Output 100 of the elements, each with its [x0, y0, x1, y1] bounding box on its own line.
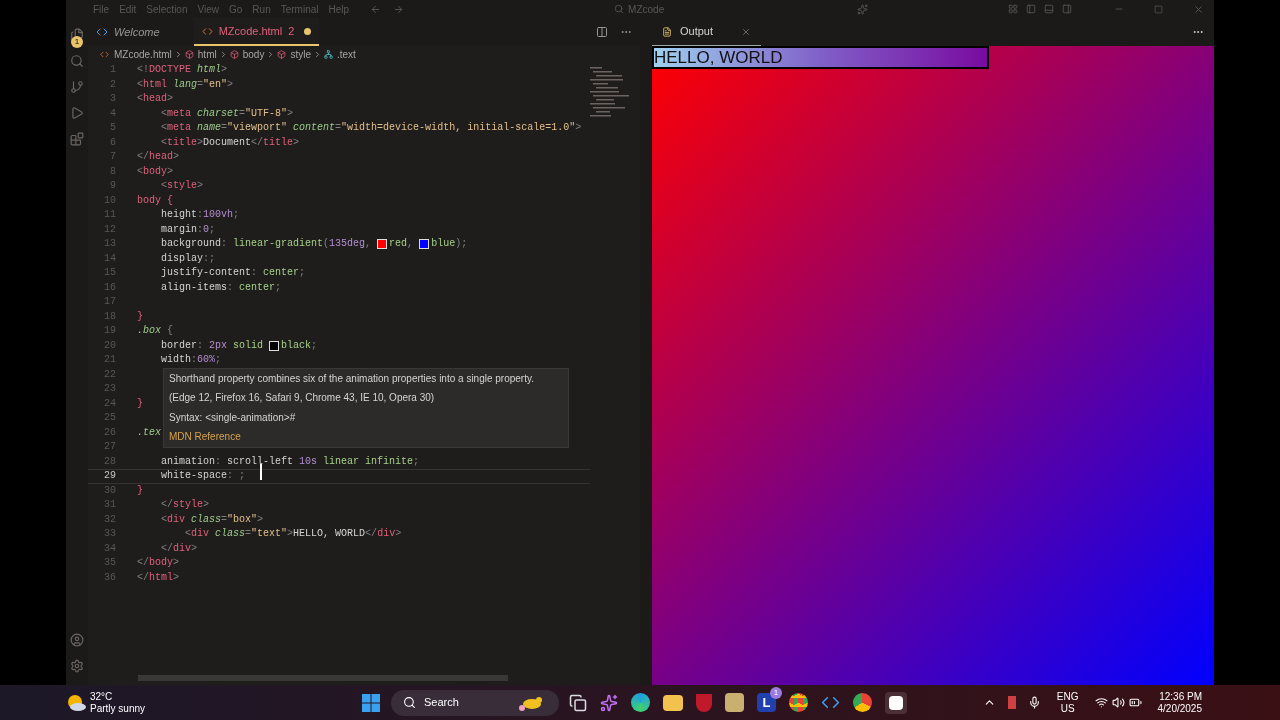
code-token: <!: [137, 63, 149, 77]
code-token: blue: [431, 237, 456, 251]
line-number: 19: [103, 324, 117, 338]
code-token: :: [251, 266, 258, 280]
line-number: 36: [103, 570, 117, 585]
code-token: animation: [160, 454, 215, 469]
code-token: html: [149, 570, 174, 585]
run-icon[interactable]: [70, 106, 84, 120]
code-token: >: [287, 527, 294, 541]
code-token: >: [257, 512, 264, 527]
volume-icon[interactable]: [1111, 696, 1125, 709]
weather-sun-cloud-icon[interactable]: [66, 693, 86, 712]
preview-text: HELLO, WORLD: [654, 46, 783, 69]
code-token: .tex: [137, 425, 161, 440]
line-number: 21: [103, 353, 117, 367]
settings-icon[interactable]: [70, 659, 84, 673]
code-token: >: [173, 556, 180, 570]
code-token: : ;: [227, 469, 246, 483]
code-token: =: [197, 77, 204, 92]
code-token: border: [160, 338, 197, 353]
code-token: 100vh: [203, 208, 234, 222]
color-swatch[interactable]: [420, 240, 429, 249]
code-token: title: [167, 135, 198, 150]
code-token: background: [160, 237, 221, 251]
code-token: DOCTYPE: [149, 63, 192, 77]
code-token: }: [137, 483, 143, 498]
sidebar-toggle-icon[interactable]: [1026, 4, 1036, 14]
code-token: );: [455, 237, 468, 251]
mdn-reference-link[interactable]: MDN Reference: [169, 431, 241, 443]
code-token: width: [160, 353, 191, 367]
breadcrumb-item[interactable]: MZcode.html: [114, 46, 172, 62]
line-number: 3: [109, 92, 117, 106]
color-swatch[interactable]: [378, 240, 387, 249]
code-token: }: [137, 396, 143, 411]
code-token: "text": [251, 527, 288, 541]
panel-toggle-icon[interactable]: [1044, 4, 1054, 14]
line-number: 18: [103, 309, 117, 324]
line-number: 27: [103, 440, 117, 454]
breadcrumb-item[interactable]: html: [197, 46, 217, 62]
clock-date[interactable]: 4/20/2025: [1157, 702, 1202, 715]
code-token: charset: [196, 106, 240, 121]
tab-label: MZcode.html: [218, 23, 283, 39]
code-token: :: [197, 338, 204, 353]
split-editor-icon[interactable]: [596, 26, 608, 38]
code-token: justify-content: [160, 266, 252, 280]
notification-badge: 1: [71, 36, 83, 48]
code-token: linear infinite: [322, 454, 414, 469]
breadcrumb-item[interactable]: body: [242, 46, 265, 62]
code-token: body: [143, 164, 168, 179]
code-token: </: [137, 570, 149, 585]
code-token: =: [221, 512, 228, 527]
microphone-icon[interactable]: [1027, 696, 1041, 709]
line-number: 16: [103, 280, 117, 295]
color-swatch[interactable]: [270, 341, 279, 350]
shield-icon[interactable]: [696, 693, 713, 712]
code-token: red: [389, 237, 408, 251]
code-token: head: [149, 150, 174, 164]
horizontal-scrollbar[interactable]: [138, 675, 508, 681]
problem-count: 2: [288, 23, 295, 39]
code-token: </: [160, 498, 173, 512]
output-tab[interactable]: Output: [680, 23, 714, 40]
taskbar-search-field[interactable]: Search: [391, 689, 560, 716]
code-token: <: [160, 179, 167, 193]
line-number: 34: [103, 541, 117, 556]
folder-icon[interactable]: [663, 694, 684, 711]
code-token: name: [196, 121, 222, 135]
code-token: black: [281, 338, 312, 353]
wifi-icon[interactable]: [1094, 696, 1108, 709]
windows-logo-icon[interactable]: [361, 692, 382, 713]
breadcrumb-item[interactable]: style: [290, 46, 311, 62]
code-token: >: [197, 135, 204, 150]
input-language[interactable]: ENG: [1056, 690, 1079, 703]
clock-time[interactable]: 12:36 PM: [1159, 690, 1202, 703]
code-token: content: [292, 121, 336, 135]
code-token: center: [238, 280, 276, 295]
extensions-icon[interactable]: [70, 132, 84, 146]
line-number: 10: [103, 193, 117, 208]
search-icon[interactable]: [70, 54, 84, 68]
account-icon[interactable]: [70, 633, 84, 647]
input-region[interactable]: US: [1060, 702, 1075, 715]
code-token: >: [167, 92, 174, 106]
html-file-icon: [201, 25, 213, 37]
code-token: ;: [311, 338, 318, 353]
source-control-icon[interactable]: [70, 80, 84, 94]
close-icon[interactable]: [741, 26, 752, 37]
line-number: 24: [103, 396, 117, 411]
line-number: 13: [103, 237, 117, 251]
code-token: =: [221, 121, 228, 135]
code-token: :: [197, 208, 204, 222]
task-view-icon[interactable]: [569, 693, 588, 712]
battery-icon[interactable]: [1128, 696, 1142, 709]
editor-tab[interactable]: Welcome: [88, 18, 194, 46]
line-number: 1: [109, 63, 117, 77]
code-token: margin: [160, 222, 197, 237]
code-token: :: [215, 454, 222, 469]
code-token: height: [160, 208, 197, 222]
code-token: "width=device-width, initial-scale=1.0": [341, 121, 576, 135]
code-token: 60%: [197, 353, 216, 367]
code-token: lang: [172, 77, 198, 92]
breadcrumb-item[interactable]: .text: [336, 46, 356, 62]
